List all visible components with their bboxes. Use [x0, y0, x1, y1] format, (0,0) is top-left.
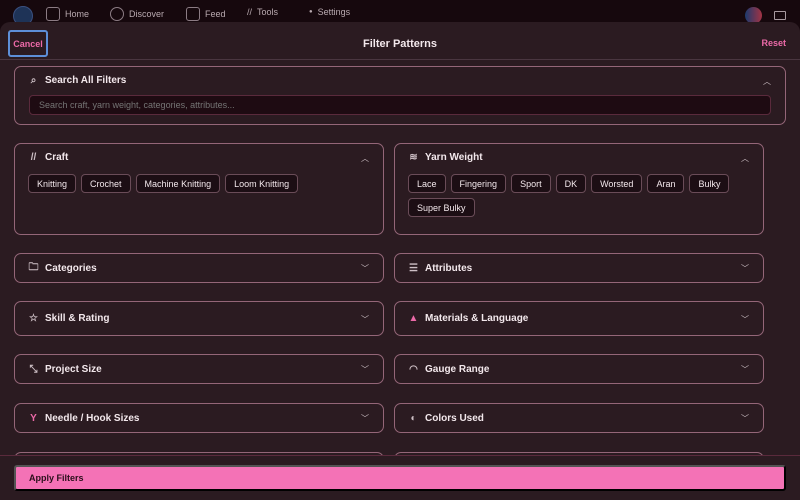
- chip-loom-knitting[interactable]: Loom Knitting: [225, 174, 299, 193]
- yarn-icon: ▲: [408, 313, 419, 324]
- section-header[interactable]: ▲ Materials & Language: [408, 302, 529, 335]
- section-categories[interactable]: 🗀 Categories ﹀: [14, 253, 384, 283]
- chevron-up-icon[interactable]: ︿: [763, 76, 771, 87]
- nav-home[interactable]: Home: [46, 7, 89, 21]
- chevron-down-icon[interactable]: ﹀: [361, 364, 369, 375]
- section-project-size[interactable]: ⤡ Project Size ﹀: [14, 354, 384, 384]
- search-section: ⌕ Search All Filters ︿: [14, 66, 786, 125]
- mail-icon[interactable]: [774, 11, 786, 20]
- modal-footer: Apply Filters: [0, 455, 800, 500]
- yarn-weight-section: ≋ Yarn Weight ︿ Lace Fingering Sport DK W…: [394, 143, 764, 235]
- compass-icon: [110, 7, 124, 21]
- chevron-down-icon[interactable]: ﹀: [741, 314, 749, 325]
- chip-sport[interactable]: Sport: [511, 174, 551, 193]
- modal-header: Cancel Filter Patterns Reset: [0, 22, 800, 60]
- section-materials-language[interactable]: ▲ Materials & Language ﹀: [394, 301, 764, 336]
- chip-fingering[interactable]: Fingering: [450, 174, 507, 193]
- craft-section: //Craft ︿ Knitting Crochet Machine Knitt…: [14, 143, 384, 235]
- chip-worsted[interactable]: Worsted: [591, 174, 643, 193]
- gauge-icon: ◠: [409, 363, 418, 375]
- needles-icon: //: [30, 152, 37, 163]
- section-header[interactable]: ◠ Gauge Range: [408, 355, 489, 383]
- chip-crochet[interactable]: Crochet: [81, 174, 131, 193]
- craft-header[interactable]: //Craft: [28, 152, 69, 163]
- section-skill-rating[interactable]: ☆ Skill & Rating ﹀: [14, 301, 384, 336]
- star-icon: ☆: [29, 313, 38, 324]
- apply-filters-button[interactable]: Apply Filters: [14, 465, 786, 491]
- chevron-down-icon[interactable]: ﹀: [361, 314, 369, 325]
- list-icon: ☰: [409, 262, 418, 274]
- nav-settings[interactable]: ● Settings: [309, 7, 350, 17]
- folder-icon: 🗀: [28, 261, 39, 273]
- chip-bulky[interactable]: Bulky: [689, 174, 730, 193]
- layers-icon: ≋: [409, 152, 418, 163]
- section-header[interactable]: 🗀 Categories: [28, 254, 97, 282]
- tools-icon: //: [247, 7, 253, 17]
- section-header[interactable]: ☆ Skill & Rating: [28, 302, 109, 335]
- section-gauge-range[interactable]: ◠ Gauge Range ﹀: [394, 354, 764, 384]
- chip-aran[interactable]: Aran: [647, 174, 685, 193]
- section-header[interactable]: ☰ Attributes: [408, 254, 472, 282]
- search-input[interactable]: [29, 95, 771, 115]
- search-icon: ⌕: [30, 75, 37, 86]
- search-header[interactable]: ⌕ Search All Filters: [28, 75, 127, 86]
- chevron-down-icon[interactable]: ﹀: [741, 263, 749, 274]
- chip-super-bulky[interactable]: Super Bulky: [408, 198, 475, 217]
- feed-icon: [186, 7, 200, 21]
- nav-discover[interactable]: Discover: [110, 7, 164, 21]
- chip-dk[interactable]: DK: [555, 174, 587, 193]
- page-title: Filter Patterns: [363, 38, 437, 50]
- chip-machine-knitting[interactable]: Machine Knitting: [135, 174, 221, 193]
- palette-icon: ◐: [410, 412, 417, 424]
- nav-tools[interactable]: //Tools: [247, 7, 278, 17]
- chevron-up-icon[interactable]: ︿: [361, 153, 369, 164]
- chevron-down-icon[interactable]: ﹀: [361, 413, 369, 424]
- yarn-weight-header[interactable]: ≋ Yarn Weight: [408, 152, 482, 163]
- filter-modal: Cancel Filter Patterns Reset ⌕ Search All…: [0, 22, 800, 500]
- gear-icon: ●: [309, 9, 313, 15]
- needle-icon: Y: [30, 412, 37, 424]
- section-header[interactable]: ◐ Colors Used: [408, 404, 483, 432]
- chevron-down-icon[interactable]: ﹀: [361, 263, 369, 274]
- section-colors-used[interactable]: ◐ Colors Used ﹀: [394, 403, 764, 433]
- chip-lace[interactable]: Lace: [408, 174, 446, 193]
- resize-icon: ⤡: [29, 363, 38, 375]
- reset-button[interactable]: Reset: [761, 38, 786, 48]
- nav-feed[interactable]: Feed: [186, 7, 226, 21]
- section-needle-hook-sizes[interactable]: Y Needle / Hook Sizes ﹀: [14, 403, 384, 433]
- chevron-up-icon[interactable]: ︿: [741, 153, 749, 164]
- chip-knitting[interactable]: Knitting: [28, 174, 77, 193]
- section-header[interactable]: ⤡ Project Size: [28, 355, 102, 383]
- home-icon: [46, 7, 60, 21]
- section-header[interactable]: Y Needle / Hook Sizes: [28, 404, 139, 432]
- chevron-down-icon[interactable]: ﹀: [741, 364, 749, 375]
- section-attributes[interactable]: ☰ Attributes ﹀: [394, 253, 764, 283]
- chevron-down-icon[interactable]: ﹀: [741, 413, 749, 424]
